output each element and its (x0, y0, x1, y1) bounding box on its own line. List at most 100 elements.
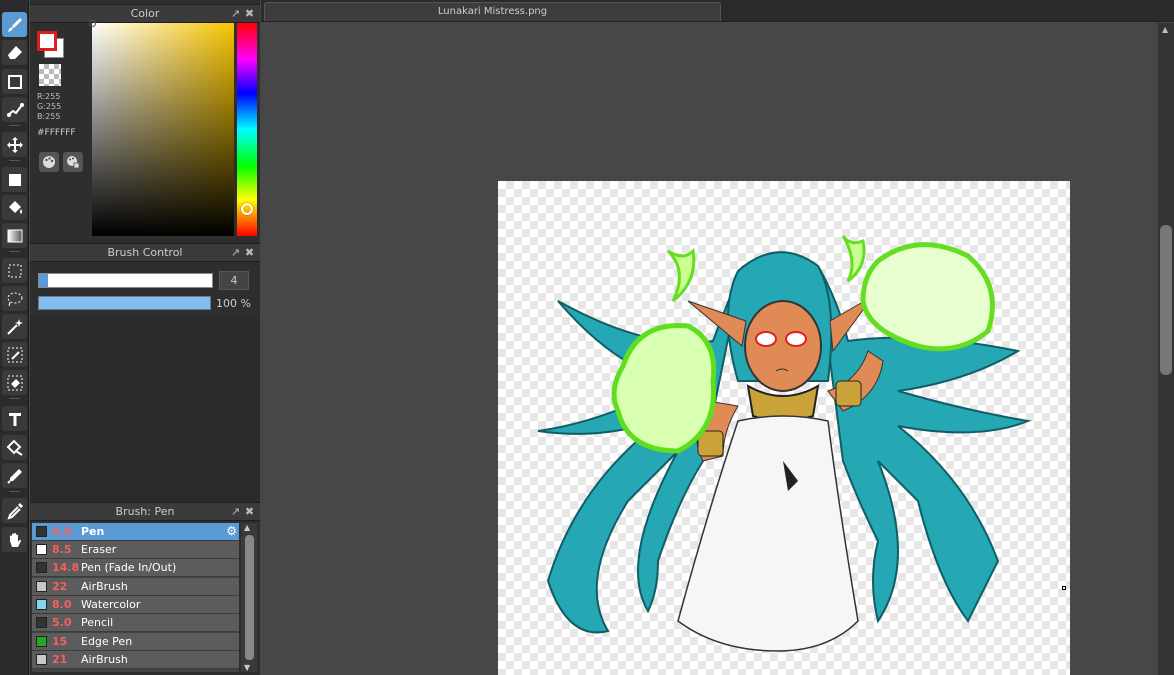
hand-icon (9, 532, 21, 547)
scroll-thumb[interactable] (1160, 225, 1172, 375)
close-icon[interactable]: ✖ (243, 7, 256, 20)
tool-separator (9, 125, 20, 126)
tool-separator (9, 160, 20, 161)
brush-item[interactable]: 8.0 Watercolor (32, 596, 239, 614)
tool-brush[interactable] (2, 12, 27, 37)
tool-magic-wand[interactable] (2, 314, 27, 339)
document-tab-bar: Lunakari Mistress.png (261, 0, 1174, 22)
scroll-down-icon[interactable]: ▼ (244, 663, 250, 672)
palette-edit-button[interactable] (63, 152, 83, 172)
tool-shape[interactable] (2, 69, 27, 94)
close-icon[interactable]: ✖ (243, 246, 256, 259)
brush-size: 22 (52, 580, 68, 593)
tool-move[interactable] (2, 132, 27, 157)
gradient-icon (7, 229, 22, 242)
palette-button[interactable] (39, 152, 59, 172)
tool-hand[interactable] (2, 527, 27, 552)
tool-select-eraser[interactable] (2, 370, 27, 395)
foreground-color-swatch[interactable] (37, 31, 57, 51)
scroll-thumb[interactable] (245, 535, 254, 660)
document-tab[interactable]: Lunakari Mistress.png (264, 2, 721, 21)
bucket-icon (8, 200, 22, 214)
tool-eraser[interactable] (2, 40, 27, 65)
brush-name: Watercolor (81, 598, 141, 611)
brush-color-swatch (36, 617, 47, 628)
canvas-vertical-scrollbar[interactable]: ▲ (1158, 23, 1174, 675)
tool-separator (9, 251, 20, 252)
saturation-value-picker[interactable] (92, 23, 234, 236)
transparent-color-swatch[interactable] (39, 64, 61, 86)
brush-size: 4.0 (52, 525, 72, 538)
tool-separator (9, 491, 20, 492)
tool-lasso[interactable] (2, 286, 27, 311)
popout-icon[interactable]: ↗ (229, 505, 242, 518)
rect-select-icon (8, 264, 21, 277)
gear-icon[interactable]: ⚙ (226, 523, 237, 540)
brush-opacity-fill (39, 297, 210, 309)
scroll-up-icon[interactable]: ▲ (1162, 25, 1168, 34)
tool-eyedropper[interactable] (2, 463, 27, 488)
move-icon (6, 136, 23, 153)
brush-name: Pen (Fade In/Out) (81, 561, 177, 574)
tool-bar (0, 0, 29, 675)
tool-pipette[interactable] (2, 498, 27, 523)
brush-color-swatch (36, 599, 47, 610)
hex-value[interactable]: #FFFFFF (37, 128, 76, 138)
blue-value: B:255 (37, 112, 61, 121)
drawing-canvas[interactable] (498, 181, 1070, 675)
brush-size-fill (39, 274, 48, 287)
lasso-icon (7, 292, 22, 306)
brush-size: 8.5 (52, 543, 72, 556)
brush-item[interactable]: 8.5 Eraser (32, 541, 239, 559)
brush-size: 15 (52, 635, 68, 648)
brush-color-swatch (36, 562, 47, 573)
brush-opacity-value: 100 % (216, 297, 251, 310)
eyedropper-icon (6, 468, 22, 484)
tool-dot-brush[interactable] (2, 97, 27, 122)
palette-edit-icon (67, 156, 80, 169)
tool-select-pen[interactable] (2, 342, 27, 367)
color-picker-cursor[interactable] (89, 20, 96, 27)
popout-icon[interactable]: ↗ (229, 7, 242, 20)
brush-size-slider[interactable] (38, 273, 213, 288)
tool-fill-rect[interactable] (2, 167, 27, 192)
brush-list: 4.0 Pen ⚙ 8.5 Eraser 14.8 Pen (Fade In/Out) … (32, 523, 239, 672)
tool-bucket[interactable] (2, 195, 27, 220)
tool-rect-select[interactable] (2, 258, 27, 283)
color-panel-header: Color ↗ ✖ (30, 4, 260, 23)
fill-rect-icon (8, 173, 21, 186)
tool-text[interactable] (2, 406, 27, 431)
brush-size: 14.8 (52, 561, 80, 574)
brush-color-swatch (36, 544, 47, 555)
brush-opacity-slider[interactable] (38, 296, 211, 310)
popout-icon[interactable]: ↗ (229, 246, 242, 259)
app-window: Color ↗ ✖ R:255 G:255 B:255 #FFFFFF Brus… (0, 0, 1174, 675)
brush-color-swatch (36, 581, 47, 592)
hue-slider-handle[interactable] (241, 203, 253, 215)
tool-divide[interactable] (2, 435, 27, 460)
brush-list-scrollbar[interactable]: ▲ ▼ (241, 523, 257, 672)
brush-name: Pen (81, 525, 105, 538)
brush-size-input[interactable]: 4 (219, 271, 249, 290)
empty-panel-area (30, 316, 260, 502)
brush-item[interactable]: 22 AirBrush (32, 578, 239, 596)
dot-brush-icon (6, 102, 24, 117)
brush-item[interactable]: 14.8 Pen (Fade In/Out) (32, 559, 239, 577)
brush-item[interactable]: 5.0 Pencil (32, 614, 239, 632)
brush-size: 5.0 (52, 616, 72, 629)
divide-icon (6, 439, 23, 456)
brush-item[interactable]: 4.0 Pen ⚙ (32, 523, 239, 541)
brush-color-swatch (36, 654, 47, 665)
brush-name: Eraser (81, 543, 117, 556)
color-panel-title: Color (130, 7, 160, 20)
brush-color-swatch (36, 526, 47, 537)
brush-item[interactable]: 15 Edge Pen (32, 633, 239, 651)
brush-icon (7, 17, 22, 32)
scroll-up-icon[interactable]: ▲ (244, 523, 250, 532)
brush-control-title: Brush Control (107, 246, 183, 259)
tool-gradient[interactable] (2, 223, 27, 248)
close-icon[interactable]: ✖ (243, 505, 256, 518)
brush-item[interactable]: 21 AirBrush (32, 651, 239, 669)
brush-size: 8.0 (52, 598, 72, 611)
brush-control-header: Brush Control ↗ ✖ (30, 243, 260, 262)
